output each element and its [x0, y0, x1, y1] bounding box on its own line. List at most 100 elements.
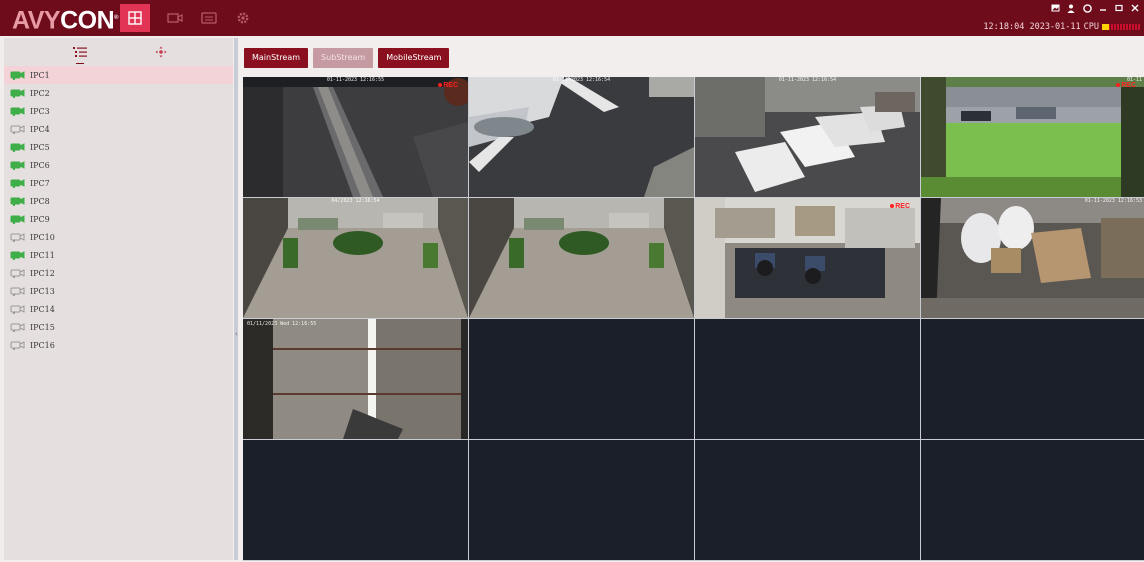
close-icon[interactable] [1130, 2, 1140, 14]
camera-online-icon [10, 159, 26, 171]
camera-item-ipc5[interactable]: IPC5 [4, 138, 233, 156]
osd-timestamp: 01-11-2023 12:16:54 [778, 77, 837, 83]
camera-item-ipc11[interactable]: IPC11 [4, 246, 233, 264]
clock: 12:18:04 2023-01-11 [983, 22, 1081, 32]
mainstream-button[interactable]: MainStream [244, 48, 309, 68]
video-tile-empty[interactable] [469, 319, 694, 439]
user-icon[interactable] [1066, 2, 1076, 14]
camera-offline-icon [10, 267, 26, 279]
camera-item-ipc10[interactable]: IPC10 [4, 228, 233, 246]
sidebar-tabs [4, 38, 233, 66]
camera-item-label: IPC8 [30, 196, 50, 206]
camera-online-icon [10, 87, 26, 99]
top-bar: AVYCON® 12:18:04 2023-01-11 CPU [0, 0, 1144, 36]
camera-item-label: IPC9 [30, 214, 50, 224]
window-controls [1050, 2, 1140, 14]
camera-online-icon [10, 69, 26, 81]
cpu-meter-fill [1102, 24, 1109, 30]
camera-online-icon [10, 213, 26, 225]
osd-timestamp: 01-11 [1126, 77, 1142, 83]
video-tile[interactable]: 01-11-2023 12:16:54 [469, 77, 694, 197]
camera-item-ipc15[interactable]: IPC15 [4, 318, 233, 336]
camera-item-ipc7[interactable]: IPC7 [4, 174, 233, 192]
screenshot-icon[interactable] [1050, 2, 1060, 14]
rec-label: REC [895, 203, 910, 210]
camera-item-ipc1[interactable]: IPC1 [4, 66, 233, 84]
help-icon[interactable] [1082, 2, 1092, 14]
camera-item-ipc6[interactable]: IPC6 [4, 156, 233, 174]
camera-item-label: IPC11 [30, 250, 55, 260]
rec-dot-icon [1116, 83, 1121, 87]
camera-item-ipc9[interactable]: IPC9 [4, 210, 233, 228]
camera-item-label: IPC12 [30, 268, 55, 278]
camera-online-icon [10, 195, 26, 207]
camera-item-label: IPC6 [30, 160, 50, 170]
video-tile[interactable]: 04/2023 12:16:54 [243, 198, 468, 318]
camera-item-ipc16[interactable]: IPC16 [4, 336, 233, 354]
video-tile-empty[interactable] [469, 440, 694, 560]
ptz-control-icon[interactable] [151, 42, 171, 62]
camera-item-ipc14[interactable]: IPC14 [4, 300, 233, 318]
video-tile-empty[interactable] [921, 319, 1144, 439]
collapse-sidebar-icon[interactable]: ‹ [235, 330, 238, 338]
cpu-label: CPU [1083, 22, 1099, 32]
camera-item-ipc3[interactable]: IPC3 [4, 102, 233, 120]
camera-online-icon [10, 249, 26, 261]
camera-item-label: IPC15 [30, 322, 55, 332]
video-tile-empty[interactable] [243, 440, 468, 560]
camera-item-label: IPC16 [30, 340, 55, 350]
video-tile[interactable]: 01/11/2023 Wed 12:16:55 [243, 319, 468, 439]
camera-offline-icon [10, 321, 26, 333]
rec-indicator: REC [438, 82, 458, 89]
minimize-icon[interactable] [1098, 2, 1108, 14]
rec-indicator: REC [890, 203, 910, 210]
device-manager-icon[interactable] [200, 9, 218, 27]
video-tile[interactable]: 01-11-2023 12:16:54 [695, 77, 920, 197]
camera-item-label: IPC10 [30, 232, 55, 242]
camera-item-ipc12[interactable]: IPC12 [4, 264, 233, 282]
camera-item-ipc2[interactable]: IPC2 [4, 84, 233, 102]
osd-timestamp: 01-11-2023 12:16:53 [1084, 198, 1142, 204]
rec-label: REC [1121, 82, 1136, 89]
rec-dot-icon [890, 204, 895, 208]
maximize-icon[interactable] [1114, 2, 1124, 14]
camera-list-icon[interactable] [70, 42, 90, 64]
avycon-logo: AVYCON® [12, 6, 119, 35]
playback-camera-icon[interactable] [166, 9, 184, 27]
camera-item-label: IPC5 [30, 142, 50, 152]
video-tile[interactable]: 01-11-2023 12:16:55 REC [243, 77, 468, 197]
video-tile[interactable]: 01-11-2023 12:16:53 [921, 198, 1144, 318]
video-tile-empty[interactable] [695, 440, 920, 560]
rec-label: REC [443, 82, 458, 89]
camera-item-label: IPC13 [30, 286, 55, 296]
camera-offline-icon [10, 231, 26, 243]
settings-gear-icon[interactable] [234, 9, 252, 27]
video-tile[interactable] [469, 198, 694, 318]
camera-offline-icon [10, 285, 26, 297]
video-tile[interactable]: REC [695, 198, 920, 318]
camera-offline-icon [10, 123, 26, 135]
camera-list: IPC1 IPC2 IPC3 IPC4 IPC5 IPC6 IPC7 IPC8 IPC9 IPC1… [4, 66, 233, 354]
camera-item-ipc8[interactable]: IPC8 [4, 192, 233, 210]
rec-indicator: REC [1116, 82, 1136, 89]
video-tile[interactable]: 01-11 REC [921, 77, 1144, 197]
sidebar-splitter[interactable] [234, 38, 238, 560]
cpu-meter [1102, 24, 1140, 30]
video-tile-empty[interactable] [921, 440, 1144, 560]
camera-offline-icon [10, 303, 26, 315]
camera-item-label: IPC14 [30, 304, 55, 314]
camera-item-ipc13[interactable]: IPC13 [4, 282, 233, 300]
camera-online-icon [10, 105, 26, 117]
camera-online-icon [10, 141, 26, 153]
camera-item-ipc4[interactable]: IPC4 [4, 120, 233, 138]
camera-item-label: IPC2 [30, 88, 50, 98]
camera-item-label: IPC1 [30, 70, 50, 80]
camera-sidebar: IPC1 IPC2 IPC3 IPC4 IPC5 IPC6 IPC7 IPC8 IPC9 IPC1… [4, 38, 233, 560]
mobilestream-button[interactable]: MobileStream [378, 48, 450, 68]
status-readout: 12:18:04 2023-01-11 CPU [983, 22, 1140, 32]
camera-online-icon [10, 177, 26, 189]
video-tile-empty[interactable] [695, 319, 920, 439]
substream-button[interactable]: SubStream [313, 48, 374, 68]
osd-timestamp: 01-11-2023 12:16:54 [552, 77, 611, 83]
live-view-grid-icon[interactable] [120, 4, 150, 32]
